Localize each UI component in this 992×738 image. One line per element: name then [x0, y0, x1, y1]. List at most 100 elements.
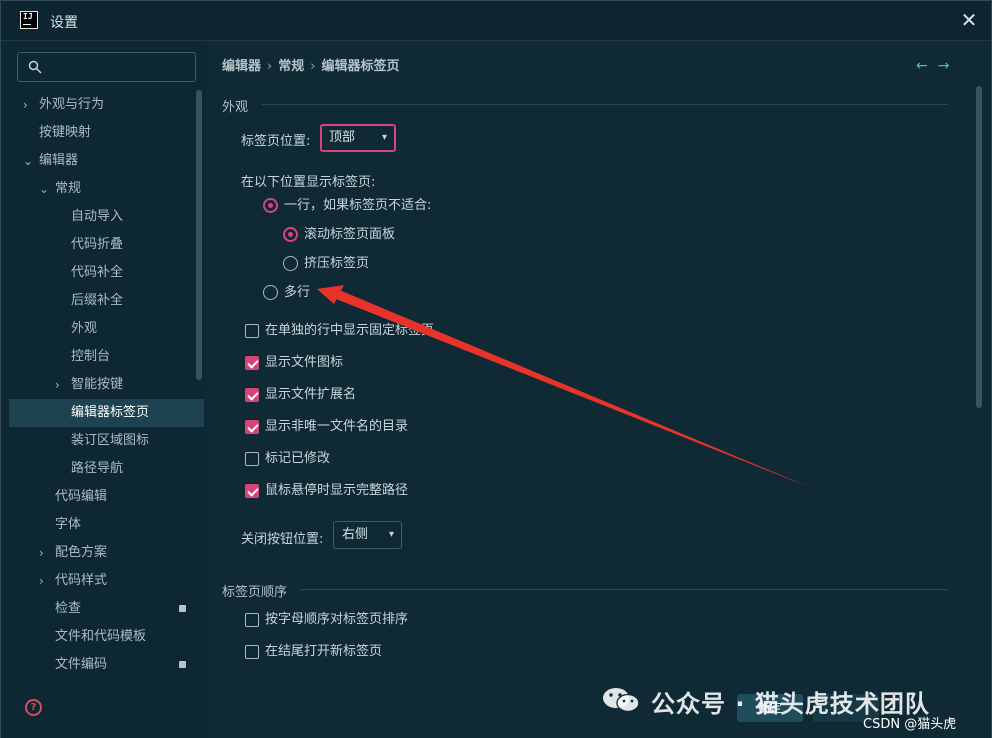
content-scrollbar[interactable]	[976, 86, 982, 408]
sidebar-item-keymap[interactable]: 按键映射	[9, 119, 204, 147]
search-input[interactable]	[48, 57, 188, 77]
checkbox[interactable]	[245, 645, 259, 659]
close-button-position-select[interactable]: 右侧 ▾	[333, 521, 402, 549]
sidebar-item-label: 外观与行为	[39, 97, 105, 112]
checkbox[interactable]	[245, 356, 259, 370]
checkbox-label: 在单独的行中显示固定标签页	[265, 323, 435, 338]
sidebar-item-label: 智能按键	[71, 377, 124, 392]
breadcrumb-item[interactable]: 常规	[278, 59, 304, 74]
checkbox[interactable]	[245, 324, 259, 338]
help-icon[interactable]: ?	[25, 699, 42, 716]
sidebar-item-gutter-icons[interactable]: 装订区域图标	[9, 427, 204, 455]
radio-button[interactable]	[263, 285, 278, 300]
radio-button[interactable]	[283, 227, 298, 242]
sidebar-item-label: 后缀补全	[71, 293, 124, 308]
sidebar-item-general[interactable]: ⌄ 常规	[9, 175, 204, 203]
close-button-position-label: 关闭按钮位置:	[241, 532, 324, 547]
section-divider	[262, 104, 948, 105]
checkbox-label: 显示非唯一文件名的目录	[265, 419, 409, 434]
sidebar-item-label: 编辑器标签页	[71, 405, 150, 420]
breadcrumb-item[interactable]: 编辑器	[222, 59, 261, 74]
sidebar-item-editor[interactable]: ⌄ 编辑器	[9, 147, 204, 175]
sidebar-item-postfix-completion[interactable]: 后缀补全	[9, 287, 204, 315]
project-scope-icon	[179, 605, 186, 612]
section-divider	[300, 589, 948, 590]
checkbox[interactable]	[245, 388, 259, 402]
sidebar-item-label: 代码补全	[71, 265, 124, 280]
sidebar-item-code-folding[interactable]: 代码折叠	[9, 231, 204, 259]
chevron-right-icon[interactable]: ›	[39, 567, 51, 595]
sidebar-item-inspections[interactable]: 检查	[9, 595, 204, 623]
checkbox[interactable]	[245, 452, 259, 466]
close-icon[interactable]: ✕	[959, 9, 979, 31]
sidebar-item-label: 检查	[55, 601, 82, 616]
chevron-down-icon[interactable]: ⌄	[23, 147, 35, 175]
checkbox[interactable]	[245, 420, 259, 434]
show-tabs-in-label: 在以下位置显示标签页:	[241, 175, 376, 190]
sidebar-item-label: 控制台	[71, 349, 111, 364]
sidebar-item-console[interactable]: 控制台	[9, 343, 204, 371]
chevron-down-icon: ▾	[381, 132, 387, 143]
radio-button[interactable]	[283, 256, 298, 271]
breadcrumb-separator: ›	[310, 59, 316, 74]
checkbox[interactable]	[245, 484, 259, 498]
csdn-watermark: CSDN @猫头虎	[863, 717, 957, 732]
settings-sidebar: › 外观与行为 按键映射 ⌄ 编辑器 ⌄ 常规 自动导入 代码折叠 代码补全 后…	[1, 42, 206, 738]
sidebar-item-label: 配色方案	[55, 545, 108, 560]
intellij-app-icon: IJ	[20, 11, 38, 29]
sidebar-item-label: 按键映射	[39, 125, 92, 140]
radio-label: 滚动标签页面板	[304, 227, 396, 242]
sidebar-item-color-scheme[interactable]: › 配色方案	[9, 539, 204, 567]
tab-position-value: 顶部	[329, 130, 356, 145]
section-title-appearance: 外观	[222, 100, 249, 115]
sidebar-item-editor-tabs[interactable]: 编辑器标签页	[9, 399, 204, 427]
back-arrow-icon[interactable]: ←	[916, 58, 938, 74]
radio-label: 多行	[284, 285, 311, 300]
sidebar-item-label: 常规	[55, 181, 82, 196]
sidebar-item-label: 自动导入	[71, 209, 124, 224]
radio-label: 一行，如果标签页不适合:	[284, 198, 432, 213]
settings-content: 编辑器 › 常规 › 编辑器标签页 ←→ 外观 标签页位置: 顶部 ▾ 在以下位置显示标…	[206, 42, 991, 738]
project-scope-icon	[179, 661, 186, 668]
chevron-down-icon[interactable]: ⌄	[39, 175, 51, 203]
sidebar-item-label: 文件编码	[55, 657, 108, 672]
sidebar-item-label: 字体	[55, 517, 82, 532]
tab-position-select[interactable]: 顶部 ▾	[320, 124, 396, 152]
chevron-right-icon[interactable]: ›	[39, 539, 51, 567]
sidebar-item-breadcrumbs[interactable]: 路径导航	[9, 455, 204, 483]
forward-arrow-icon[interactable]: →	[938, 58, 960, 74]
radio-label: 挤压标签页	[304, 256, 370, 271]
sidebar-item-file-encodings[interactable]: 文件编码	[9, 651, 204, 679]
settings-search[interactable]	[17, 52, 196, 82]
radio-button[interactable]	[263, 198, 278, 213]
sidebar-item-code-editing[interactable]: 代码编辑	[9, 483, 204, 511]
checkbox-label: 在结尾打开新标签页	[265, 644, 383, 659]
sidebar-scrollbar[interactable]	[196, 90, 202, 380]
chevron-right-icon[interactable]: ›	[55, 371, 67, 399]
close-button-position-value: 右侧	[342, 527, 369, 542]
sidebar-item-appearance-behavior[interactable]: › 外观与行为	[9, 91, 204, 119]
sidebar-item-label: 代码样式	[55, 573, 108, 588]
chevron-right-icon[interactable]: ›	[23, 91, 35, 119]
breadcrumb-separator: ›	[267, 59, 273, 74]
history-nav: ←→	[916, 58, 959, 74]
sidebar-item-label: 文件和代码模板	[55, 629, 147, 644]
sidebar-item-file-templates[interactable]: 文件和代码模板	[9, 623, 204, 651]
wechat-logo-icon	[603, 688, 640, 713]
sidebar-item-code-completion[interactable]: 代码补全	[9, 259, 204, 287]
sidebar-item-smart-keys[interactable]: › 智能按键	[9, 371, 204, 399]
sidebar-item-label: 路径导航	[71, 461, 124, 476]
sidebar-item-auto-import[interactable]: 自动导入	[9, 203, 204, 231]
checkbox[interactable]	[245, 613, 259, 627]
title-bar: IJ 设置 ✕	[1, 1, 991, 41]
sidebar-item-font[interactable]: 字体	[9, 511, 204, 539]
checkbox-label: 鼠标悬停时显示完整路径	[265, 483, 409, 498]
sidebar-item-appearance[interactable]: 外观	[9, 315, 204, 343]
window-title: 设置	[50, 15, 78, 31]
checkbox-label: 显示文件扩展名	[265, 387, 357, 402]
section-title-tab-order: 标签页顺序	[222, 585, 288, 600]
settings-window: IJ 设置 ✕ › 外观与行为 按键映射 ⌄ 编辑器 ⌄ 常规 自动导入 代码折…	[0, 0, 992, 738]
sidebar-item-code-style[interactable]: › 代码样式	[9, 567, 204, 595]
breadcrumb: 编辑器 › 常规 › 编辑器标签页	[222, 55, 405, 74]
sidebar-item-label: 外观	[71, 321, 98, 336]
